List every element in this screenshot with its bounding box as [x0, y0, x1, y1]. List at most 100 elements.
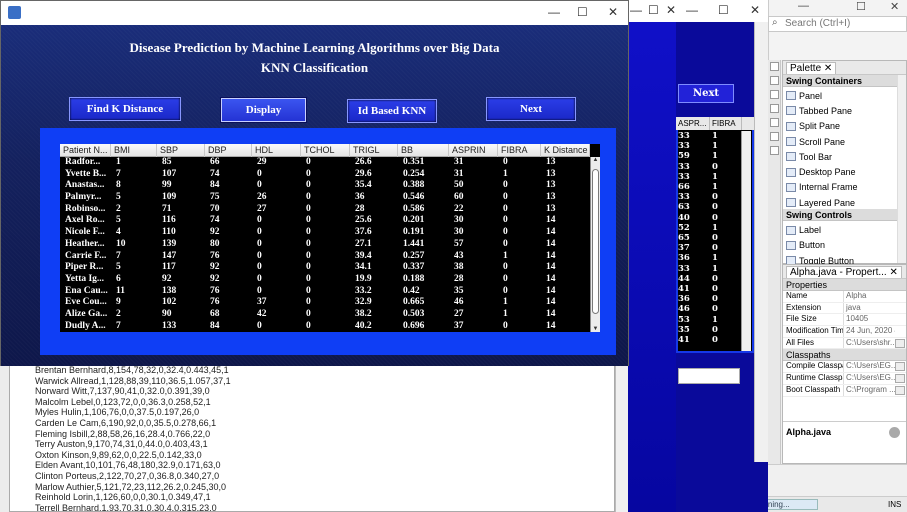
console-scrollbar[interactable]: [615, 360, 628, 512]
table-scrollbar[interactable]: ▲ ▼: [590, 157, 600, 332]
palette-item[interactable]: Split Pane: [783, 118, 906, 133]
palette-item[interactable]: Layered Pane: [783, 194, 906, 209]
property-value[interactable]: C:\Users\shr...: [843, 337, 895, 349]
close-button[interactable]: ✕: [666, 3, 676, 17]
column-header[interactable]: DBP: [205, 144, 252, 157]
next-button[interactable]: Next: [486, 97, 576, 121]
property-value[interactable]: Alpha: [843, 291, 895, 302]
maximize-button[interactable]: ☐: [577, 5, 588, 19]
table-row[interactable]: Ena Cau... 11 138 76 0 0 33.2 0.42 35 0 14: [60, 286, 590, 298]
scroll-down-icon[interactable]: ▼: [591, 326, 600, 332]
minimize-button[interactable]: —: [630, 3, 642, 17]
palette-section[interactable]: Swing Controls: [783, 209, 906, 222]
display-button[interactable]: Display: [221, 98, 306, 122]
scroll-thumb[interactable]: [592, 169, 599, 314]
second-table-row[interactable]: 33 1: [678, 264, 718, 274]
table-row[interactable]: Nicole F... 4 110 92 0 0 37.6 0.191 30 0 14: [60, 227, 590, 239]
scroll-up-icon[interactable]: ▲: [591, 157, 600, 163]
palette-section[interactable]: Swing Containers: [783, 75, 906, 87]
table-row[interactable]: Eve Cou... 9 102 76 37 0 32.9 0.665 46 1 14: [60, 297, 590, 309]
column-header[interactable]: FIBRA: [710, 117, 742, 130]
second-input-field[interactable]: [678, 368, 740, 384]
second-table-row[interactable]: 41 0: [678, 335, 718, 345]
column-header[interactable]: K Distance: [541, 144, 590, 157]
ellipsis-button[interactable]: [895, 338, 905, 348]
second-table-row[interactable]: 35 0: [678, 325, 718, 335]
property-value[interactable]: C:\Users\EG...: [843, 373, 895, 384]
tab-properties[interactable]: Alpha.java - Propert... ✕: [786, 266, 902, 278]
second-table-row[interactable]: 33 1: [678, 131, 718, 141]
ellipsis-button[interactable]: [895, 374, 905, 384]
table-row[interactable]: Yvette B... 7 107 74 0 0 29.6 0.254 31 1 13: [60, 169, 590, 181]
table-row[interactable]: Carrie F... 7 147 76 0 0 39.4 0.257 43 1 14: [60, 251, 590, 263]
strip-icon[interactable]: [770, 104, 779, 113]
find-k-distance-button[interactable]: Find K Distance: [69, 97, 181, 121]
second-table-row[interactable]: 33 0: [678, 192, 718, 202]
second-table-row[interactable]: 36 0: [678, 294, 718, 304]
second-table-row[interactable]: 53 1: [678, 315, 718, 325]
ellipsis-button[interactable]: [895, 385, 905, 395]
table-row[interactable]: Heather... 10 139 80 0 0 27.1 1.441 57 0 14: [60, 239, 590, 251]
ide-close-button[interactable]: ✕: [890, 0, 899, 13]
strip-icon[interactable]: [770, 62, 779, 71]
palette-item[interactable]: Desktop Pane: [783, 163, 906, 178]
table-row[interactable]: Piper R... 5 117 92 0 0 34.1 0.337 38 0 14: [60, 262, 590, 274]
second-table-row[interactable]: 33 0: [678, 162, 718, 172]
property-row[interactable]: File Size 10405: [783, 314, 906, 327]
palette-item[interactable]: Label: [783, 221, 906, 236]
minimize-button[interactable]: —: [548, 5, 560, 19]
second-table-row[interactable]: 59 1: [678, 151, 718, 161]
palette-item[interactable]: Scroll Pane: [783, 133, 906, 148]
column-header[interactable]: TCHOL: [301, 144, 350, 157]
column-header[interactable]: Patient N...: [60, 144, 111, 157]
table-row[interactable]: Axel Ro... 5 116 74 0 0 25.6 0.201 30 0 14: [60, 215, 590, 227]
column-header[interactable]: FIBRA: [498, 144, 541, 157]
property-value[interactable]: java: [843, 302, 895, 314]
second-table-row[interactable]: 66 1: [678, 182, 718, 192]
second-table-row[interactable]: 44 0: [678, 274, 718, 284]
id-based-knn-button[interactable]: Id Based KNN: [347, 99, 437, 123]
table-row[interactable]: Palmyr... 5 109 75 26 0 36 0.546 60 0 13: [60, 192, 590, 204]
palette-item[interactable]: Tabbed Pane: [783, 102, 906, 117]
help-icon[interactable]: [889, 427, 900, 438]
second-table-row[interactable]: 41 0: [678, 284, 718, 294]
second-next-button[interactable]: Next: [678, 84, 734, 103]
column-header[interactable]: BB: [398, 144, 449, 157]
close-icon[interactable]: ✕: [890, 267, 898, 278]
table-row[interactable]: Alize Ga... 2 90 68 42 0 38.2 0.503 27 1 14: [60, 309, 590, 321]
property-row[interactable]: Compile ClasspathC:\Users\EG...: [783, 361, 906, 374]
property-row[interactable]: Extension java: [783, 302, 906, 315]
column-header[interactable]: ASPRIN: [449, 144, 498, 157]
maximize-button[interactable]: ☐: [718, 3, 729, 17]
tab-palette[interactable]: Palette ✕: [786, 62, 837, 74]
property-row[interactable]: All Files C:\Users\shr...: [783, 337, 906, 350]
table-row[interactable]: Radfor... 1 85 66 29 0 26.6 0.351 31 0 13: [60, 157, 590, 169]
property-value[interactable]: C:\Users\EG...: [843, 361, 895, 373]
column-header[interactable]: HDL: [252, 144, 301, 157]
ide-maximize-button[interactable]: ☐: [856, 0, 866, 13]
classpaths-section[interactable]: Classpaths: [783, 349, 906, 362]
ide-search-input[interactable]: ⌕ Search (Ctrl+I): [768, 16, 907, 32]
second-table-scrollbar[interactable]: [741, 131, 751, 351]
close-button[interactable]: ✕: [750, 3, 760, 17]
palette-scrollbar[interactable]: [897, 75, 906, 263]
strip-icon[interactable]: [770, 146, 779, 155]
strip-icon[interactable]: [770, 132, 779, 141]
second-table-row[interactable]: 37 0: [678, 243, 718, 253]
palette-item[interactable]: Tool Bar: [783, 148, 906, 163]
second-table-row[interactable]: 52 1: [678, 223, 718, 233]
close-button[interactable]: ✕: [608, 5, 618, 19]
second-window-scrollbar[interactable]: [754, 22, 768, 462]
property-row[interactable]: Boot Classpath C:\Program ...: [783, 384, 906, 397]
property-value[interactable]: 10405: [843, 314, 895, 326]
property-value[interactable]: C:\Program ...: [843, 384, 895, 396]
strip-icon[interactable]: [770, 118, 779, 127]
column-header[interactable]: BMI: [111, 144, 157, 157]
properties-section[interactable]: Properties: [783, 279, 906, 291]
column-header[interactable]: ASPR...: [676, 117, 710, 130]
second-table-row[interactable]: 46 0: [678, 304, 718, 314]
palette-item[interactable]: Internal Frame: [783, 179, 906, 194]
property-value[interactable]: 24 Jun, 2020 4:...: [843, 326, 895, 337]
strip-icon[interactable]: [770, 90, 779, 99]
column-header[interactable]: SBP: [157, 144, 205, 157]
